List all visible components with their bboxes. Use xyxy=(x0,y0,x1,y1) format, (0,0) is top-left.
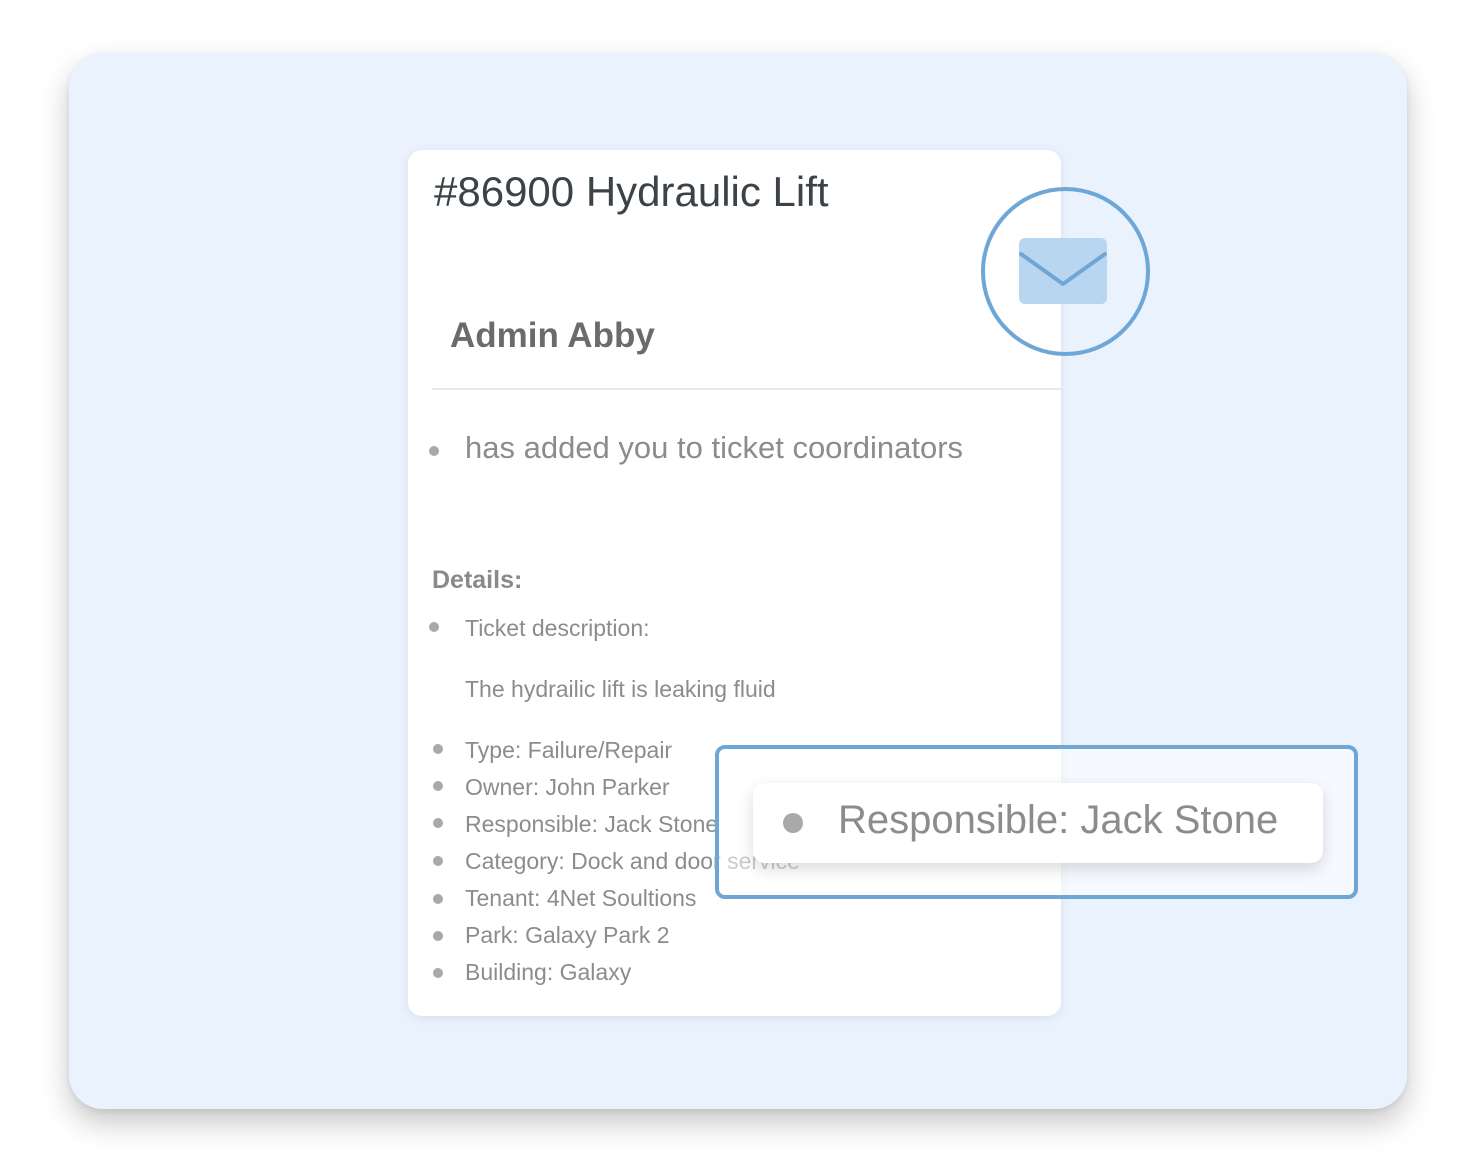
detail-bullet xyxy=(433,856,443,866)
callout-text: Responsible: Jack Stone xyxy=(838,798,1279,842)
detail-bullet xyxy=(433,818,443,828)
detail-item-responsible: Responsible: Jack Stone xyxy=(465,811,719,837)
responsible-callout: Responsible: Jack Stone xyxy=(753,783,1323,863)
detail-bullet xyxy=(433,968,443,978)
message-bullet xyxy=(429,446,439,456)
detail-item-park: Park: Galaxy Park 2 xyxy=(465,922,670,948)
ticket-description: The hydrailic lift is leaking fluid xyxy=(465,676,776,702)
sender-name: Admin Abby xyxy=(450,316,655,355)
detail-item-owner: Owner: John Parker xyxy=(465,774,670,800)
detail-bullet xyxy=(433,931,443,941)
detail-item-type: Type: Failure/Repair xyxy=(465,737,673,763)
divider xyxy=(432,388,1061,390)
ticket-description-label: Ticket description: xyxy=(465,615,650,641)
detail-bullet xyxy=(433,781,443,791)
envelope-icon xyxy=(1019,238,1107,309)
detail-item-building: Building: Galaxy xyxy=(465,959,632,985)
detail-bullet xyxy=(433,744,443,754)
details-heading: Details: xyxy=(432,566,523,594)
detail-bullet xyxy=(429,622,439,632)
detail-item-tenant: Tenant: 4Net Soultions xyxy=(465,885,697,911)
ticket-title: #86900 Hydraulic Lift xyxy=(434,168,829,215)
callout-bullet xyxy=(783,813,803,833)
notification-message: has added you to ticket coordinators xyxy=(465,430,964,465)
detail-bullet xyxy=(433,894,443,904)
